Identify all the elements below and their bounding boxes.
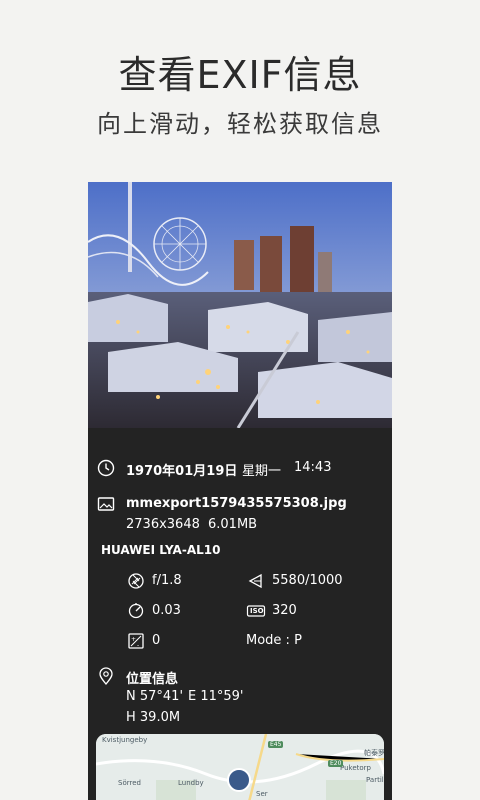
map-label: Sörred xyxy=(118,779,141,787)
clock-icon xyxy=(96,458,116,478)
exposure-bias-icon: + - xyxy=(126,631,146,651)
image-dimensions: 2736x3648 xyxy=(126,517,200,532)
photo-date: 1970年01月19日 xyxy=(126,464,238,479)
map-label: Kvistjungeby xyxy=(102,736,148,744)
map-label: Puketorp xyxy=(340,764,371,772)
shutter-icon xyxy=(246,571,266,591)
focal-length-icon xyxy=(126,601,146,621)
road-badge: E45 xyxy=(268,741,284,748)
exposure-bias-value: 0 xyxy=(152,633,161,648)
exposure-mode: Mode : P xyxy=(246,633,302,648)
iso-icon-label: ISO xyxy=(250,607,264,615)
photo-time: 14:43 xyxy=(294,460,332,475)
image-icon xyxy=(96,494,116,514)
subheadline: 向上滑动，轻松获取信息 xyxy=(97,110,383,138)
location-title: 位置信息 xyxy=(126,672,179,687)
file-name: mmexport1579435575308.jpg xyxy=(126,496,347,511)
photo-weekday: 星期一 xyxy=(242,464,282,479)
headline: 查看EXIF信息 xyxy=(118,53,362,97)
aperture-value: f/1.8 xyxy=(152,573,182,588)
svg-text:-: - xyxy=(137,642,139,649)
file-size: 6.01MB xyxy=(208,517,258,532)
svg-text:+: + xyxy=(131,636,136,643)
shutter-value: 5580/1000 xyxy=(272,573,343,588)
map-label: Lundby xyxy=(178,779,204,787)
location-map[interactable]: Kvistjungeby Sörred Lundby 帕泰罗 Puketorp … xyxy=(96,734,384,800)
road-badge: E20 xyxy=(328,760,344,767)
iso-value: 320 xyxy=(272,603,297,618)
latitude: N 57°41' xyxy=(126,689,184,704)
map-label: Partille xyxy=(366,776,384,784)
location-pin-icon xyxy=(96,666,116,686)
altitude: H 39.0M xyxy=(126,710,181,725)
aperture-icon xyxy=(126,571,146,591)
map-label: Ser xyxy=(256,790,268,798)
longitude: E 11°59' xyxy=(188,689,244,704)
focal-value: 0.03 xyxy=(152,603,181,618)
photo-thumbnail[interactable] xyxy=(88,182,392,428)
device-model: HUAWEI LYA-AL10 xyxy=(101,543,221,557)
map-label: 帕泰罗 xyxy=(364,749,384,757)
iso-icon: ISO xyxy=(246,601,266,621)
exif-card[interactable]: 1970年01月19日 星期一 14:43 mmexport1579435575… xyxy=(88,182,392,800)
